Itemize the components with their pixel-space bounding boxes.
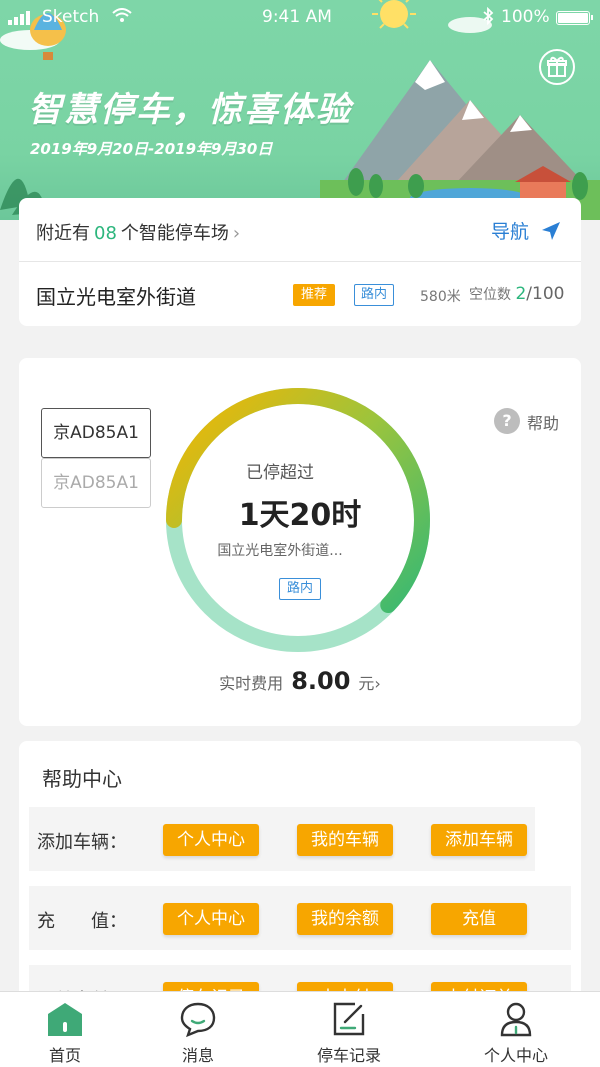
battery-percent: 100%	[501, 7, 550, 27]
fee-unit: 元	[358, 674, 375, 693]
status-time: 9:41 AM	[262, 7, 332, 27]
help-center-title: 帮助中心	[42, 767, 122, 791]
tab-label: 消息	[181, 1046, 214, 1065]
tab-home[interactable]: 首页	[15, 992, 115, 1067]
help-step-button[interactable]: 个人中心	[163, 903, 259, 935]
battery-icon	[556, 11, 593, 25]
nearby-suffix: 个智能停车场	[120, 223, 229, 244]
recommend-badge: 推荐	[293, 284, 336, 306]
tab-profile[interactable]: 个人中心	[466, 992, 566, 1067]
parked-duration: 1天20时	[238, 498, 362, 533]
spaces-label: 空位数	[469, 287, 511, 303]
promo-banner[interactable]: Sketch 9:41 AM 100% 智慧停车，惊喜体验 2019年9月20日…	[0, 0, 600, 220]
bluetooth-icon	[482, 6, 494, 30]
tab-label: 个人中心	[483, 1046, 548, 1065]
fee-label: 实时费用	[219, 674, 284, 693]
banner-date: 2019年9月20日-2019年9月30日	[30, 140, 273, 158]
navigate-arrow-icon	[542, 222, 560, 240]
nearby-row[interactable]: 附近有 08 个智能停车场 › 导航	[19, 198, 581, 262]
realtime-fee[interactable]: 实时费用 8.00 元›	[19, 667, 581, 695]
help-step-button[interactable]: 我的余额	[297, 903, 393, 935]
spaces-total: /100	[526, 284, 565, 304]
carrier-name: Sketch	[42, 7, 100, 27]
status-bar: Sketch 9:41 AM 100%	[0, 6, 600, 30]
banner-title: 智慧停车，惊喜体验	[28, 90, 352, 130]
chevron-right-icon: ›	[374, 674, 381, 693]
help-row-label: 添加车辆：	[37, 832, 127, 853]
nearby-parking-card: 附近有 08 个智能停车场 › 导航 国立光电室外街道 推荐 路内 580米 空位数 …	[19, 198, 581, 326]
help-row: 充 值： 个人中心 我的余额 充值	[29, 886, 571, 950]
edit-record-icon	[333, 1002, 365, 1036]
tab-label: 停车记录	[316, 1046, 381, 1065]
parked-status-label: 已停超过	[246, 463, 314, 483]
fee-amount: 8.00	[291, 667, 351, 695]
tab-messages[interactable]: 消息	[148, 992, 248, 1067]
help-step-button[interactable]: 我的车辆	[297, 824, 393, 856]
help-row-label: 充 值：	[37, 911, 127, 932]
help-step-button[interactable]: 添加车辆	[431, 824, 527, 856]
message-icon	[180, 1002, 216, 1038]
nearby-prefix: 附近有	[36, 223, 90, 244]
tab-parking-records[interactable]: 停车记录	[299, 992, 399, 1067]
help-link[interactable]: 帮助	[527, 410, 559, 434]
lot-distance: 580米	[420, 289, 461, 305]
recommended-lot-row[interactable]: 国立光电室外街道 推荐 路内 580米 空位数 2/100	[19, 262, 581, 326]
help-step-button[interactable]: 充值	[431, 903, 527, 935]
navigation-button[interactable]: 导航	[491, 217, 561, 244]
gift-icon[interactable]	[539, 49, 575, 85]
nearby-count: 08	[94, 223, 117, 244]
home-icon	[48, 1003, 82, 1036]
spaces-available: 2	[515, 284, 527, 304]
parked-location: 国立光电室外街道...	[217, 543, 343, 559]
chevron-right-icon: ›	[232, 223, 241, 244]
plate-tab-active[interactable]: 京AD85A1	[41, 408, 151, 458]
help-step-button[interactable]: 个人中心	[163, 824, 259, 856]
bottom-tab-bar: 首页 消息 停车记录 个人中心	[0, 991, 600, 1067]
navigation-label: 导航	[490, 221, 529, 243]
current-parking-card: 京AD85A1 京AD85A1 已停超过 1天20时 国立光电室外街道... 路…	[19, 358, 581, 726]
help-row: 添加车辆： 个人中心 我的车辆 添加车辆	[29, 807, 535, 871]
help-icon[interactable]: ?	[494, 408, 520, 434]
lot-name: 国立光电室外街道	[36, 285, 196, 309]
user-icon	[500, 1002, 532, 1037]
nearby-text[interactable]: 附近有 08 个智能停车场 ›	[36, 219, 240, 245]
signal-icon	[8, 10, 36, 30]
parked-type-badge: 路内	[279, 578, 322, 600]
lot-type-badge: 路内	[354, 284, 395, 306]
tab-label: 首页	[48, 1046, 81, 1065]
lot-spaces: 空位数 2/100	[469, 284, 564, 304]
wifi-icon	[112, 8, 132, 28]
